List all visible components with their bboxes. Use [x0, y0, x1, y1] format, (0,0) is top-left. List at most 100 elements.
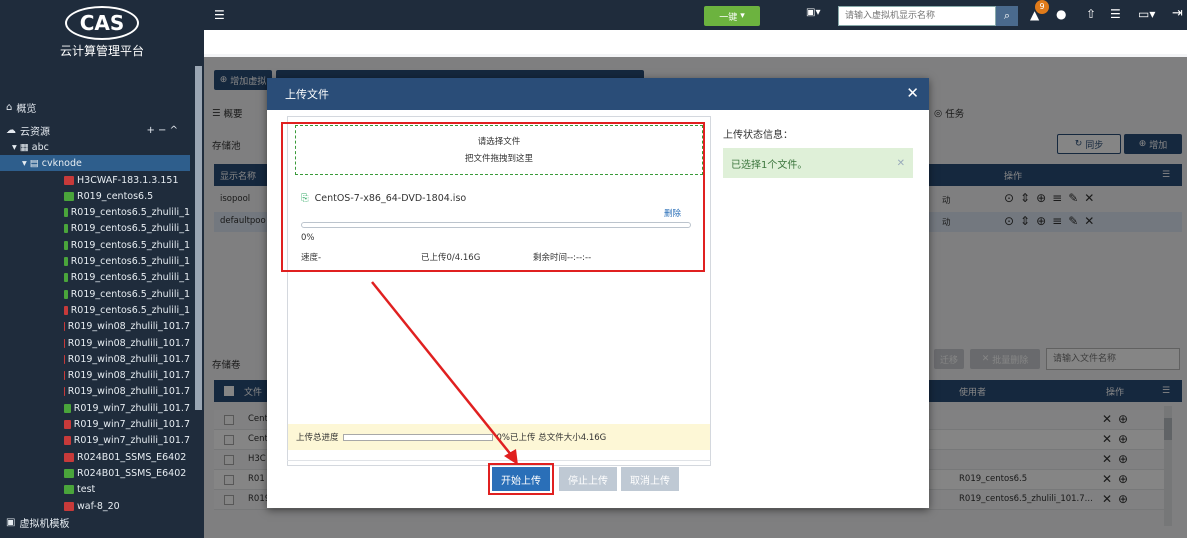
vm-tree-item[interactable]: R019_win7_zhulili_101.7 — [0, 417, 190, 433]
vm-tree-item[interactable]: R019_win7_zhulili_101.7 — [0, 433, 190, 449]
vm-name: R019_centos6.5_zhulili_1 — [70, 288, 190, 300]
upload-icon[interactable]: ⇧ — [1086, 7, 1096, 21]
vm-status-icon — [64, 403, 71, 413]
search-button[interactable]: ⌕ — [996, 6, 1018, 26]
vm-tree-item[interactable]: R019_centos6.5_zhulili_1 — [0, 237, 190, 253]
vm-status-icon — [64, 175, 74, 185]
vm-status-icon — [64, 338, 65, 348]
vm-tree-item[interactable]: R019_centos6.5_zhulili_1 — [0, 270, 190, 286]
vm-tree-item[interactable]: R019_win08_zhulili_101.7 — [0, 335, 190, 351]
vm-tree-item[interactable]: R024B01_SSMS_E6402 — [0, 465, 190, 481]
vm-status-icon — [64, 240, 68, 250]
chevron-down-icon: ▾ — [740, 11, 745, 21]
vm-status-icon — [64, 468, 74, 478]
tree-host-label: cvknode — [41, 157, 82, 169]
platform-subtitle: 云计算管理平台 — [59, 44, 144, 58]
vm-name: test — [77, 484, 96, 496]
vm-status-icon — [64, 289, 68, 299]
nav-vm-template[interactable]: ▣ 虚拟机模板 — [0, 514, 190, 530]
vm-tree-item[interactable]: R019_centos6.5_zhulili_1 — [0, 302, 190, 318]
vm-name: R019_win7_zhulili_101.7 — [73, 435, 190, 447]
tree-host-pool-label: abc — [31, 141, 49, 153]
top-bar: ☰ 一键 ▾ ▣▾ ⌕ ▲ 9 ● ⇧ ☰ ▭▾ ⇥ — [204, 0, 1187, 30]
vm-search-input[interactable] — [838, 6, 996, 26]
vm-tree-item[interactable]: test — [0, 482, 190, 498]
hostpool-icon: ▦ — [19, 141, 29, 153]
vm-tree-item[interactable]: R024B01_SSMS_E6402 — [0, 449, 190, 465]
upload-status-message: 已选择1个文件。 ✕ — [723, 148, 913, 178]
logout-icon[interactable]: ⇥ — [1172, 6, 1183, 21]
tree-host-pool[interactable]: ▾ ▦ abc — [0, 139, 190, 155]
caret-down-icon: ▾ — [22, 157, 27, 169]
vm-tree-item[interactable]: R019_win08_zhulili_101.7 — [0, 368, 190, 384]
vm-tree-item[interactable]: H3CWAF-183.1.3.151 — [0, 172, 190, 188]
vm-tree-item[interactable]: R019_centos6.5_zhulili_1 — [0, 286, 190, 302]
one-click-button[interactable]: 一键 ▾ — [704, 6, 760, 26]
vm-tree-item[interactable]: R019_centos6.5_zhulili_1 — [0, 254, 190, 270]
stop-upload-button[interactable]: 停止上传 — [559, 467, 617, 491]
vm-name: R024B01_SSMS_E6402 — [77, 451, 187, 463]
vm-name: R019_centos6.5_zhulili_1 — [70, 223, 190, 235]
nav-overview[interactable]: ⌂ 概览 — [0, 97, 190, 117]
sidebar-scrollbar[interactable] — [195, 66, 202, 410]
user-icon[interactable]: ● — [1056, 7, 1066, 21]
close-icon[interactable]: ✕ — [906, 85, 919, 101]
vm-tree-item[interactable]: R019_centos6.5 — [0, 188, 190, 204]
vm-name: R019_centos6.5_zhulili_1 — [70, 304, 190, 316]
vm-name: R019_win08_zhulili_101.7 — [67, 386, 190, 398]
menu-toggle-icon[interactable]: ☰ — [214, 8, 225, 22]
highlight-box — [281, 122, 705, 272]
logo: CAS 云计算管理平台 — [0, 0, 204, 76]
cancel-upload-button[interactable]: 取消上传 — [621, 467, 679, 491]
vm-name: H3CWAF-183.1.3.151 — [77, 174, 179, 186]
vm-name: R019_win08_zhulili_101.7 — [67, 353, 190, 365]
template-icon: ▣ — [6, 516, 16, 528]
vm-tree-item[interactable]: R019_centos6.5_zhulili_1 — [0, 205, 190, 221]
nav-vm-template-label: 虚拟机模板 — [19, 518, 70, 530]
total-progress-row: 上传总进度 0%已上传 总文件大小4.16G — [288, 424, 710, 450]
status-message-text: 已选择1个文件。 — [731, 159, 808, 171]
vm-name: R019_win7_zhulili_101.7 — [73, 402, 190, 414]
vm-tree-item[interactable]: R019_win08_zhulili_101.7 — [0, 351, 190, 367]
nav-cloud-resources[interactable]: ☁ 云资源 + − ^ — [0, 120, 190, 140]
upload-dialog: 上传文件 ✕ 请选择文件 把文件拖拽到这里 ⎘ CentOS-7-x86_64-… — [267, 78, 929, 508]
vm-name: R019_win08_zhulili_101.7 — [67, 370, 190, 382]
vm-tree-item[interactable]: waf-8_20 — [0, 498, 190, 514]
vm-status-icon — [64, 257, 68, 266]
vm-status-icon — [64, 501, 74, 511]
tree-controls[interactable]: + − ^ — [147, 125, 179, 136]
dialog-footer-divider — [287, 460, 711, 461]
vm-status-icon — [64, 420, 71, 429]
display-toggle-button[interactable]: ▣▾ — [806, 7, 832, 25]
vm-status-icon — [64, 452, 74, 462]
vm-tree-item[interactable]: R019_centos6.5_zhulili_1 — [0, 221, 190, 237]
total-progress-text: 0%已上传 总文件大小4.16G — [496, 433, 607, 443]
vm-name: R019_win08_zhulili_101.7 — [67, 321, 190, 333]
vm-status-icon — [64, 371, 65, 381]
list-icon[interactable]: ☰ — [1110, 7, 1121, 21]
cas-logo: CAS — [65, 6, 139, 40]
tree-host[interactable]: ▾ ▤ cvknode — [0, 155, 190, 171]
vm-name: R019_centos6.5 — [77, 190, 154, 202]
window-icon[interactable]: ▭▾ — [1138, 7, 1155, 21]
home-icon: ⌂ — [6, 101, 13, 113]
alert-badge: 9 — [1035, 0, 1049, 14]
vm-status-icon — [64, 305, 68, 315]
vm-status-icon — [64, 224, 68, 234]
dialog-title: 上传文件 — [285, 88, 329, 101]
vm-name: waf-8_20 — [77, 500, 120, 512]
vm-tree-item[interactable]: R019_win7_zhulili_101.7 — [0, 400, 190, 416]
host-icon: ▤ — [29, 157, 39, 169]
dialog-header: 上传文件 ✕ — [267, 78, 929, 110]
vm-status-icon — [64, 273, 68, 283]
vm-name: R019_win08_zhulili_101.7 — [67, 337, 190, 349]
vm-status-icon — [64, 387, 65, 397]
close-icon[interactable]: ✕ — [897, 158, 905, 169]
vm-tree-item[interactable]: R019_win08_zhulili_101.7 — [0, 319, 190, 335]
vm-status-icon — [64, 208, 68, 218]
vm-name: R019_win7_zhulili_101.7 — [73, 419, 190, 430]
vm-status-icon — [64, 485, 74, 495]
vm-tree-item[interactable]: R019_win08_zhulili_101.7 — [0, 384, 190, 400]
cloud-icon: ☁ — [6, 124, 16, 136]
caret-down-icon: ▾ — [12, 141, 17, 153]
